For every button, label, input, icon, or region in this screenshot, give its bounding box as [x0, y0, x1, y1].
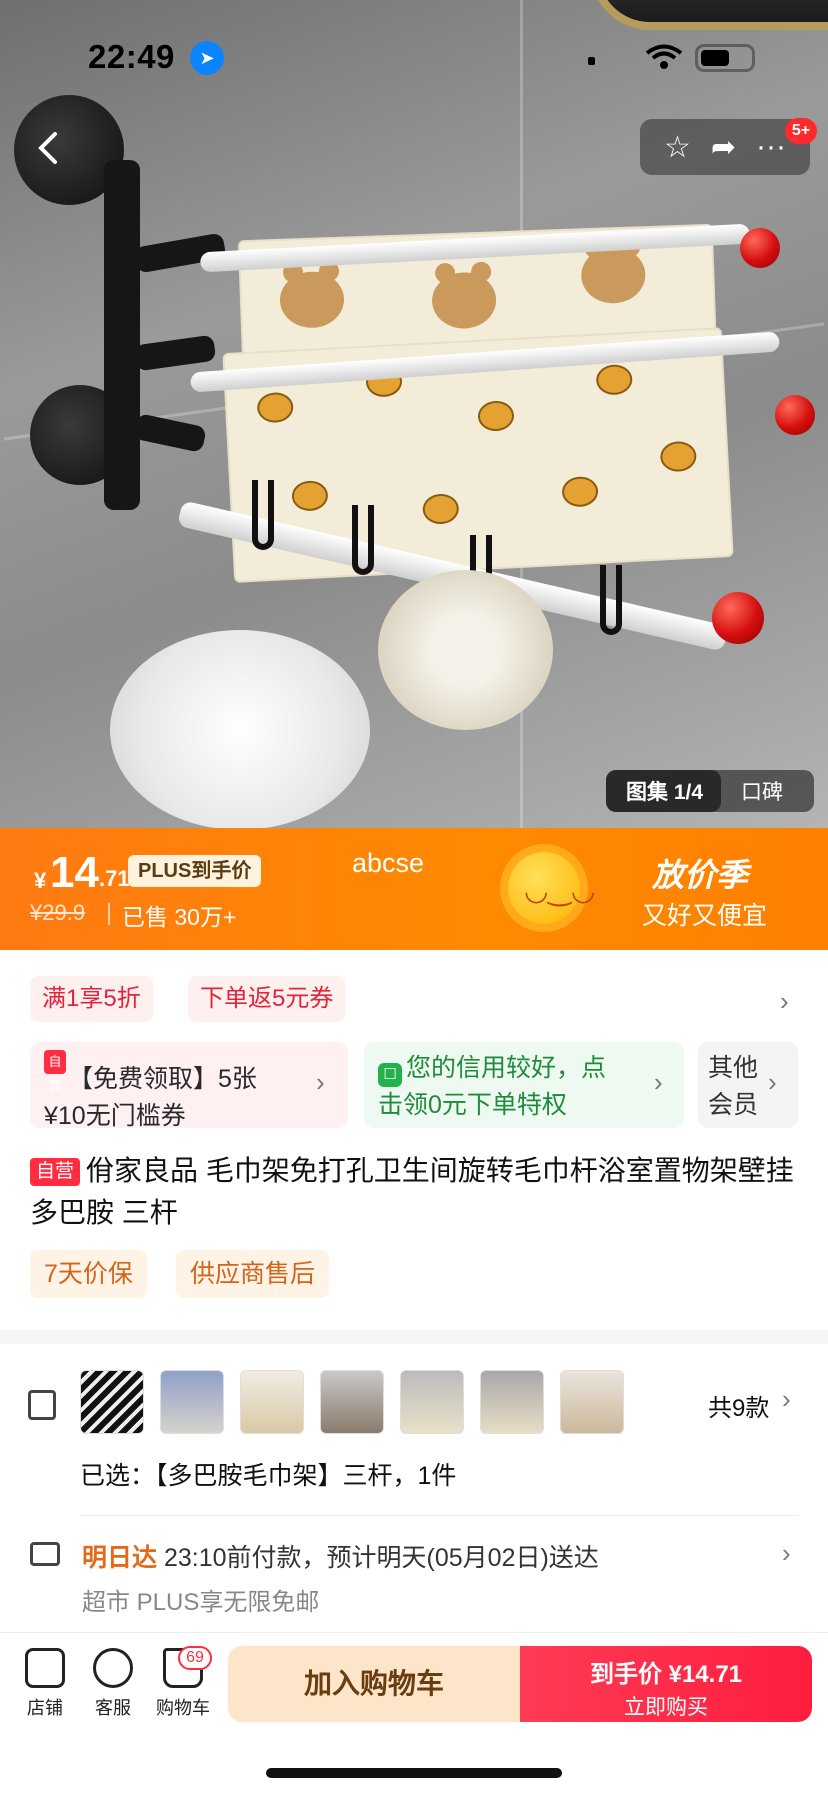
variant-thumb[interactable]	[560, 1370, 624, 1434]
back-button[interactable]	[22, 122, 74, 174]
chevron-right-icon: ›	[768, 1067, 777, 1097]
selected-variant[interactable]: 已选：【多巴胺毛巾架】三杆，1件	[80, 1456, 456, 1492]
status-time: 22:49	[88, 38, 175, 75]
supplier-aftersale-tag[interactable]: 供应商售后	[176, 1250, 330, 1298]
shop-button[interactable]: 店铺	[10, 1648, 80, 1720]
sun-mascot-icon: ◡‿◡	[508, 852, 595, 924]
next-day-label: 明日达	[82, 1544, 158, 1572]
share-icon[interactable]: ➦	[711, 130, 736, 165]
free-shipping-info: 超市 PLUS享无限免邮	[82, 1589, 320, 1616]
variant-thumb[interactable]	[320, 1370, 384, 1434]
signal-icon	[588, 57, 595, 65]
currency-symbol: ¥	[34, 868, 47, 893]
battery-icon	[695, 44, 755, 72]
hook	[352, 505, 374, 575]
chevron-right-icon: ›	[654, 1067, 663, 1097]
rod-end-ball	[775, 395, 815, 435]
price-decimal: .71	[99, 866, 130, 891]
variant-count[interactable]: 共9款	[708, 1388, 769, 1423]
section-divider	[0, 1330, 828, 1344]
credit-card-line2: 击领0元下单特权	[378, 1091, 567, 1119]
rod-end-ball	[712, 592, 764, 644]
coupon-card-line1: 【免费领取】5张	[68, 1065, 257, 1093]
season-subtitle: 又好又便宜	[642, 902, 768, 930]
location-icon: ➤	[190, 41, 224, 75]
service-label: 客服	[95, 1698, 131, 1718]
cart-label: 购物车	[156, 1698, 210, 1718]
rod-end-ball	[740, 228, 780, 268]
chevron-right-icon[interactable]: ›	[780, 986, 789, 1017]
price-divider	[108, 903, 110, 925]
self-operated-tag: 自营	[30, 1158, 81, 1186]
delivery-info[interactable]: 明日达 23:10前付款，预计明天(05月02日)送达	[82, 1538, 599, 1574]
truck-icon	[30, 1542, 60, 1566]
plus-price-tag: PLUS到手价	[128, 855, 262, 887]
chevron-right-icon[interactable]: ›	[782, 1538, 791, 1569]
rack-arm	[133, 334, 217, 372]
home-indicator[interactable]	[266, 1768, 562, 1778]
gallery-tab[interactable]: 图集 1/4	[606, 770, 722, 812]
shopping-bag-icon: ☐	[378, 1063, 402, 1087]
buy-now-button[interactable]: 到手价 ¥14.71 立即购买	[520, 1646, 812, 1722]
more-icon[interactable]: ···	[756, 130, 786, 164]
free-coupon-card[interactable]: 自营 【免费领取】5张 ¥10无门槛券 ›	[30, 1042, 348, 1130]
notification-badge: 5+	[785, 118, 817, 144]
rack-arm	[133, 413, 207, 453]
reviews-tab[interactable]: 口碑	[721, 776, 783, 806]
price-protection-tag[interactable]: 7天价保	[30, 1250, 147, 1298]
status-bar: 22:49 ➤	[0, 0, 828, 110]
variant-thumb[interactable]	[480, 1370, 544, 1434]
delivery-text: 23:10前付款，预计明天(05月02日)送达	[163, 1544, 599, 1572]
chat-face-icon	[93, 1648, 133, 1688]
coupon-tag-icon: 自营	[44, 1050, 66, 1093]
shop-label: 店铺	[27, 1698, 63, 1718]
favorite-star-icon[interactable]: ☆	[664, 130, 691, 165]
sold-count: 已售 30万+	[122, 904, 237, 930]
variant-thumb[interactable]	[240, 1370, 304, 1434]
scrunchie	[378, 570, 553, 730]
season-title: 放价季	[652, 857, 749, 893]
chevron-right-icon: ›	[316, 1067, 325, 1097]
product-title-block: 自营 佾家良品 毛巾架免打孔卫生间旋转毛巾杆浴室置物架壁挂多巴胺 三杆	[30, 1150, 800, 1234]
wifi-icon	[645, 44, 683, 69]
chevron-left-icon	[38, 132, 57, 164]
hook	[252, 480, 274, 550]
variant-icon	[28, 1390, 56, 1420]
variant-thumb[interactable]	[80, 1370, 144, 1434]
product-image[interactable]: 22:49 ➤ ☆ ➦ ··· 5+ 图集 1/4 口碑	[0, 0, 828, 828]
credit-card-line1: 您的信用较好，点	[406, 1054, 607, 1082]
rack-post	[104, 160, 140, 510]
buy-price: ¥14.71	[668, 1661, 743, 1688]
banner-text: abcse	[352, 848, 425, 878]
hook	[600, 565, 622, 635]
variant-thumb[interactable]	[160, 1370, 224, 1434]
buy-now-label: 立即购买	[624, 1696, 708, 1719]
bath-puff	[110, 630, 370, 828]
credit-privilege-card[interactable]: ☐ 您的信用较好，点 击领0元下单特权 ›	[364, 1042, 684, 1128]
other-member-card[interactable]: 其他 会员 ›	[698, 1042, 798, 1128]
customer-service-button[interactable]: 客服	[78, 1648, 148, 1720]
coupon-card-line2: ¥10无门槛券	[44, 1102, 186, 1130]
add-to-cart-button[interactable]: 加入购物车	[228, 1646, 520, 1722]
row-divider	[80, 1515, 798, 1516]
variant-thumb[interactable]	[400, 1370, 464, 1434]
price-integer: 14	[50, 848, 99, 897]
gallery-switch[interactable]: 图集 1/4 口碑	[606, 770, 814, 812]
discount-chip[interactable]: 满1享5折	[30, 976, 153, 1022]
coupon-return-chip[interactable]: 下单返5元券	[188, 976, 346, 1022]
chevron-right-icon[interactable]: ›	[782, 1384, 791, 1415]
store-icon	[25, 1648, 65, 1688]
product-title: 佾家良品 毛巾架免打孔卫生间旋转毛巾杆浴室置物架壁挂多巴胺 三杆	[30, 1155, 794, 1228]
buy-price-label: 到手价	[589, 1661, 662, 1688]
cart-count-badge: 69	[178, 1646, 212, 1670]
original-price: ¥29.9	[30, 900, 86, 925]
